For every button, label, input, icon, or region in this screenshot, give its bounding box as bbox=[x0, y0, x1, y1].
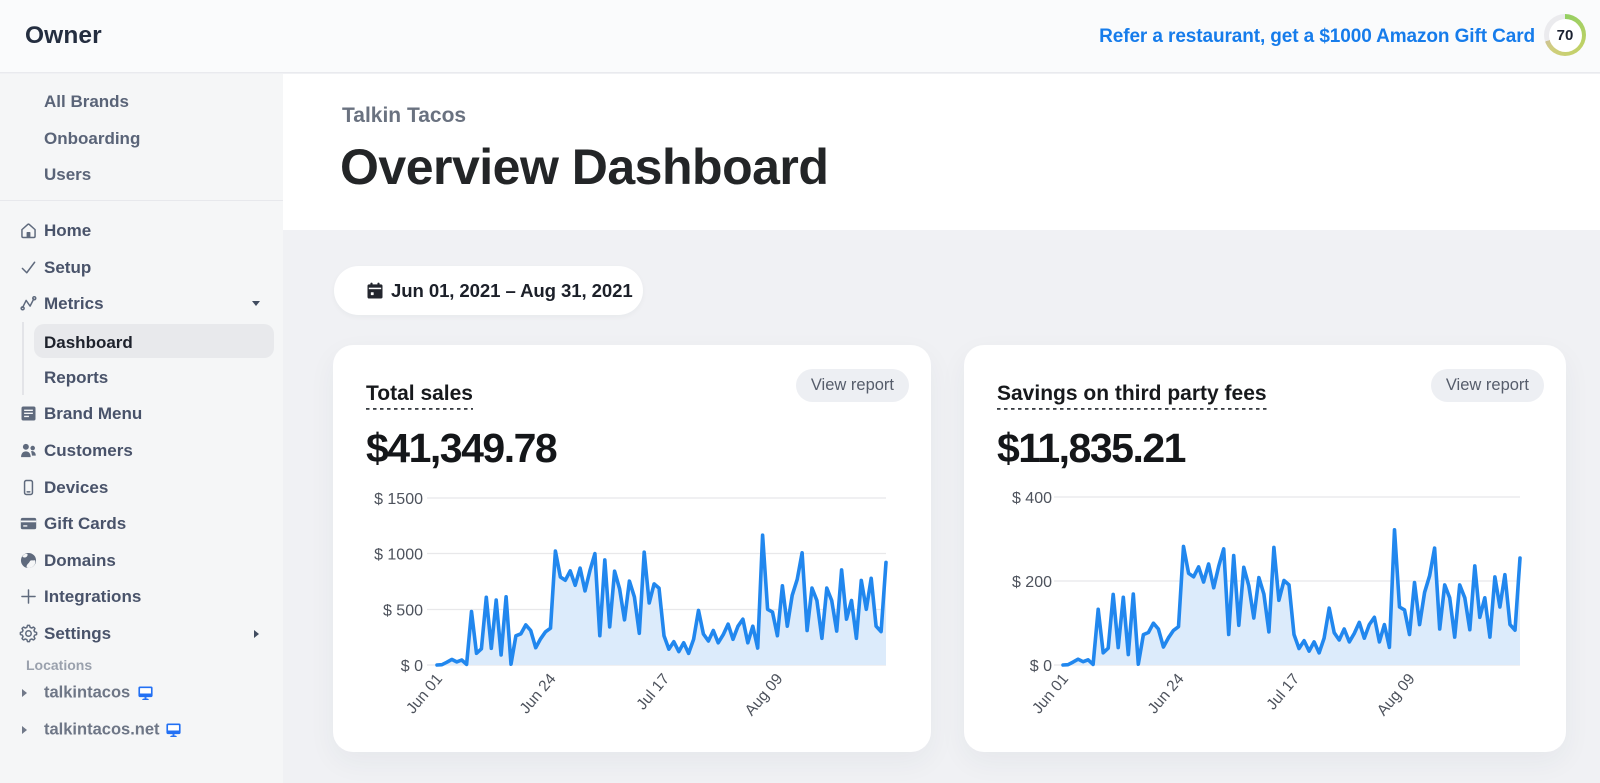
svg-text:$ 1000: $ 1000 bbox=[374, 547, 423, 564]
svg-text:Aug 09: Aug 09 bbox=[742, 671, 787, 720]
svg-text:$ 1500: $ 1500 bbox=[374, 491, 423, 508]
svg-text:$ 400: $ 400 bbox=[1012, 490, 1052, 507]
svg-text:$ 200: $ 200 bbox=[1012, 574, 1052, 591]
svg-text:Jun 24: Jun 24 bbox=[517, 670, 560, 717]
svg-text:Jun 01: Jun 01 bbox=[403, 671, 446, 718]
svg-text:$ 0: $ 0 bbox=[401, 658, 423, 675]
svg-text:Jun 01: Jun 01 bbox=[1029, 671, 1072, 718]
svg-text:$ 0: $ 0 bbox=[1030, 658, 1052, 675]
svg-text:Jun 24: Jun 24 bbox=[1145, 670, 1188, 717]
svg-text:Jul 17: Jul 17 bbox=[1263, 671, 1303, 714]
svg-text:$ 500: $ 500 bbox=[383, 603, 423, 620]
svg-text:Jul 17: Jul 17 bbox=[633, 671, 673, 714]
svg-text:Aug 09: Aug 09 bbox=[1374, 671, 1419, 720]
